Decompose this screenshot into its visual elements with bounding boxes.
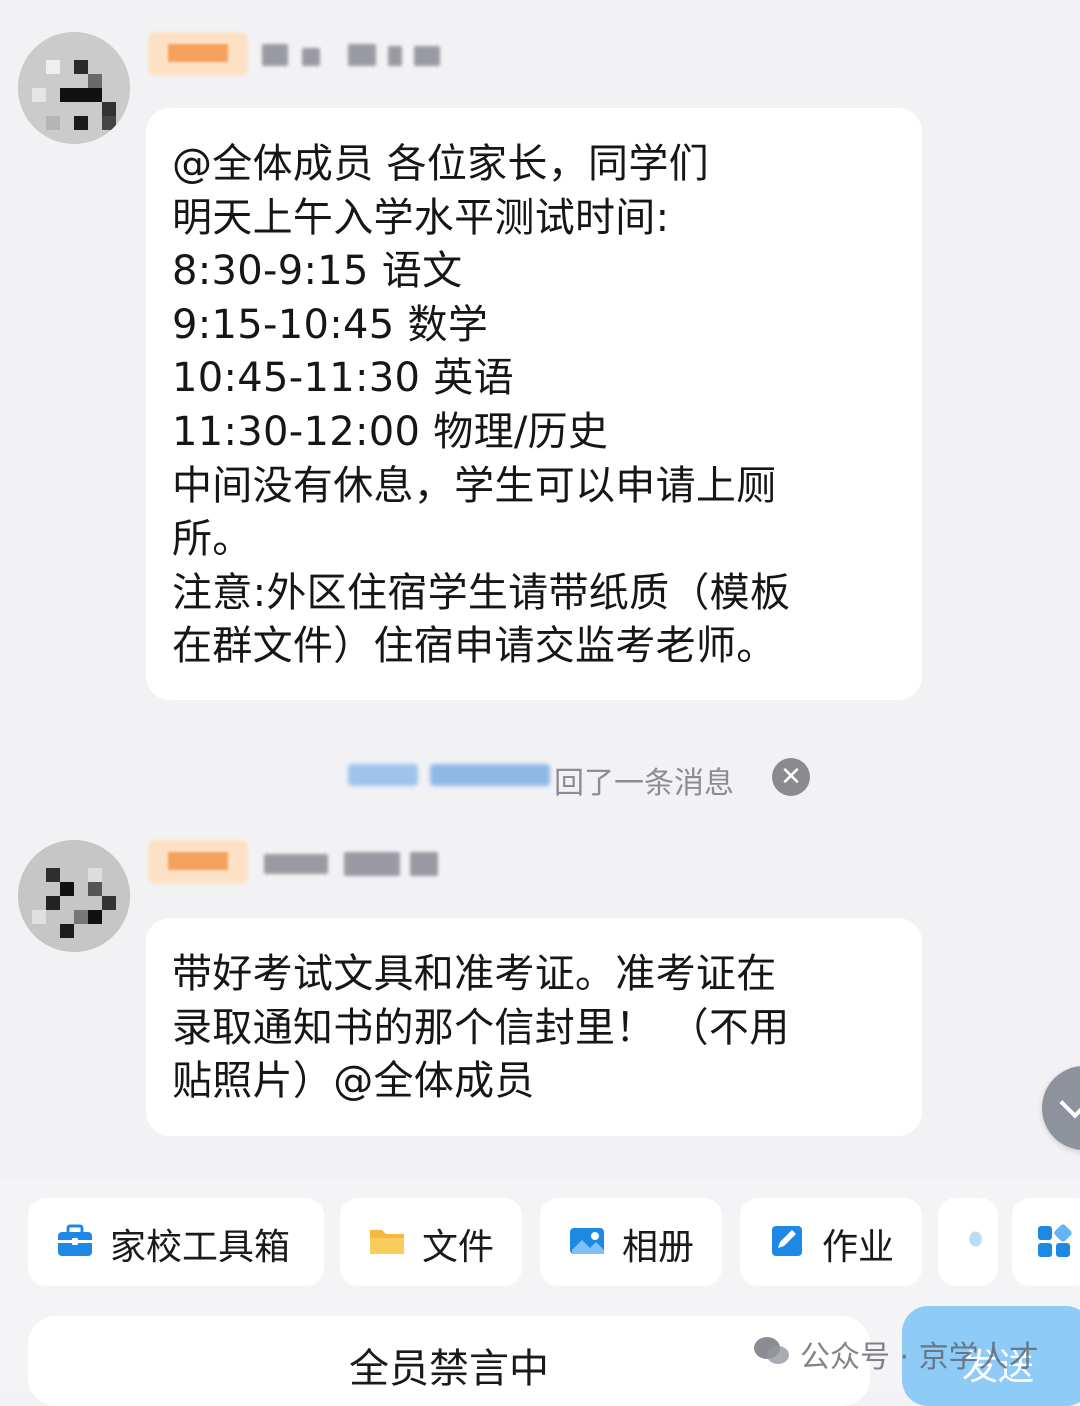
message-bubble-1[interactable]: @全体成员 各位家长，同学们 明天上午入学水平测试时间: 8:30-9:15 语… <box>146 108 922 700</box>
bubble-icon <box>969 1231 982 1247</box>
homework-label: 作业 <box>822 1227 895 1268</box>
homework-button[interactable]: 作业 <box>740 1198 922 1286</box>
sender-name <box>260 848 450 878</box>
message-bubble-2[interactable]: 带好考试文具和准考证。准考证在 录取通知书的那个信封里！ （不用 贴照片）@全体… <box>146 918 922 1136</box>
sender-avatar-2[interactable] <box>18 840 130 952</box>
recall-notice: 回了一条消息 ✕ <box>340 752 820 802</box>
chevron-down-icon <box>1059 1087 1080 1119</box>
album-button[interactable]: 相册 <box>540 1198 722 1286</box>
album-icon <box>570 1228 604 1254</box>
muted-input-bar: 全员禁言中 <box>28 1316 870 1406</box>
sender-avatar-1[interactable] <box>18 32 130 144</box>
album-label: 相册 <box>622 1227 695 1268</box>
recall-notice-text: 回了一条消息 <box>554 766 734 801</box>
sender-header-2 <box>148 840 448 886</box>
role-badge <box>148 840 248 884</box>
file-button[interactable]: 文件 <box>340 1198 522 1286</box>
wechat-logo-icon <box>754 1337 789 1364</box>
toolbox-label: 家校工具箱 <box>110 1227 291 1268</box>
apps-button[interactable] <box>1012 1198 1080 1286</box>
sender-header-1 <box>148 32 448 78</box>
toolbox-icon <box>58 1224 92 1256</box>
more-tool-button[interactable] <box>938 1198 998 1286</box>
mute-status-text: 全员禁言中 <box>349 1346 549 1392</box>
watermark-text: 公众号 · 京学人才 <box>800 1340 1039 1375</box>
folder-icon <box>370 1230 404 1254</box>
file-label: 文件 <box>422 1227 495 1268</box>
toolbox-button[interactable]: 家校工具箱 <box>28 1198 324 1286</box>
sender-name <box>258 40 448 70</box>
homework-icon <box>772 1226 802 1256</box>
apps-icon <box>1038 1224 1072 1257</box>
close-icon[interactable]: ✕ <box>772 758 810 796</box>
role-badge <box>148 32 248 76</box>
scroll-down-button[interactable] <box>1042 1066 1080 1150</box>
chat-area[interactable]: @全体成员 各位家长，同学们 明天上午入学水平测试时间: 8:30-9:15 语… <box>0 0 1080 1180</box>
